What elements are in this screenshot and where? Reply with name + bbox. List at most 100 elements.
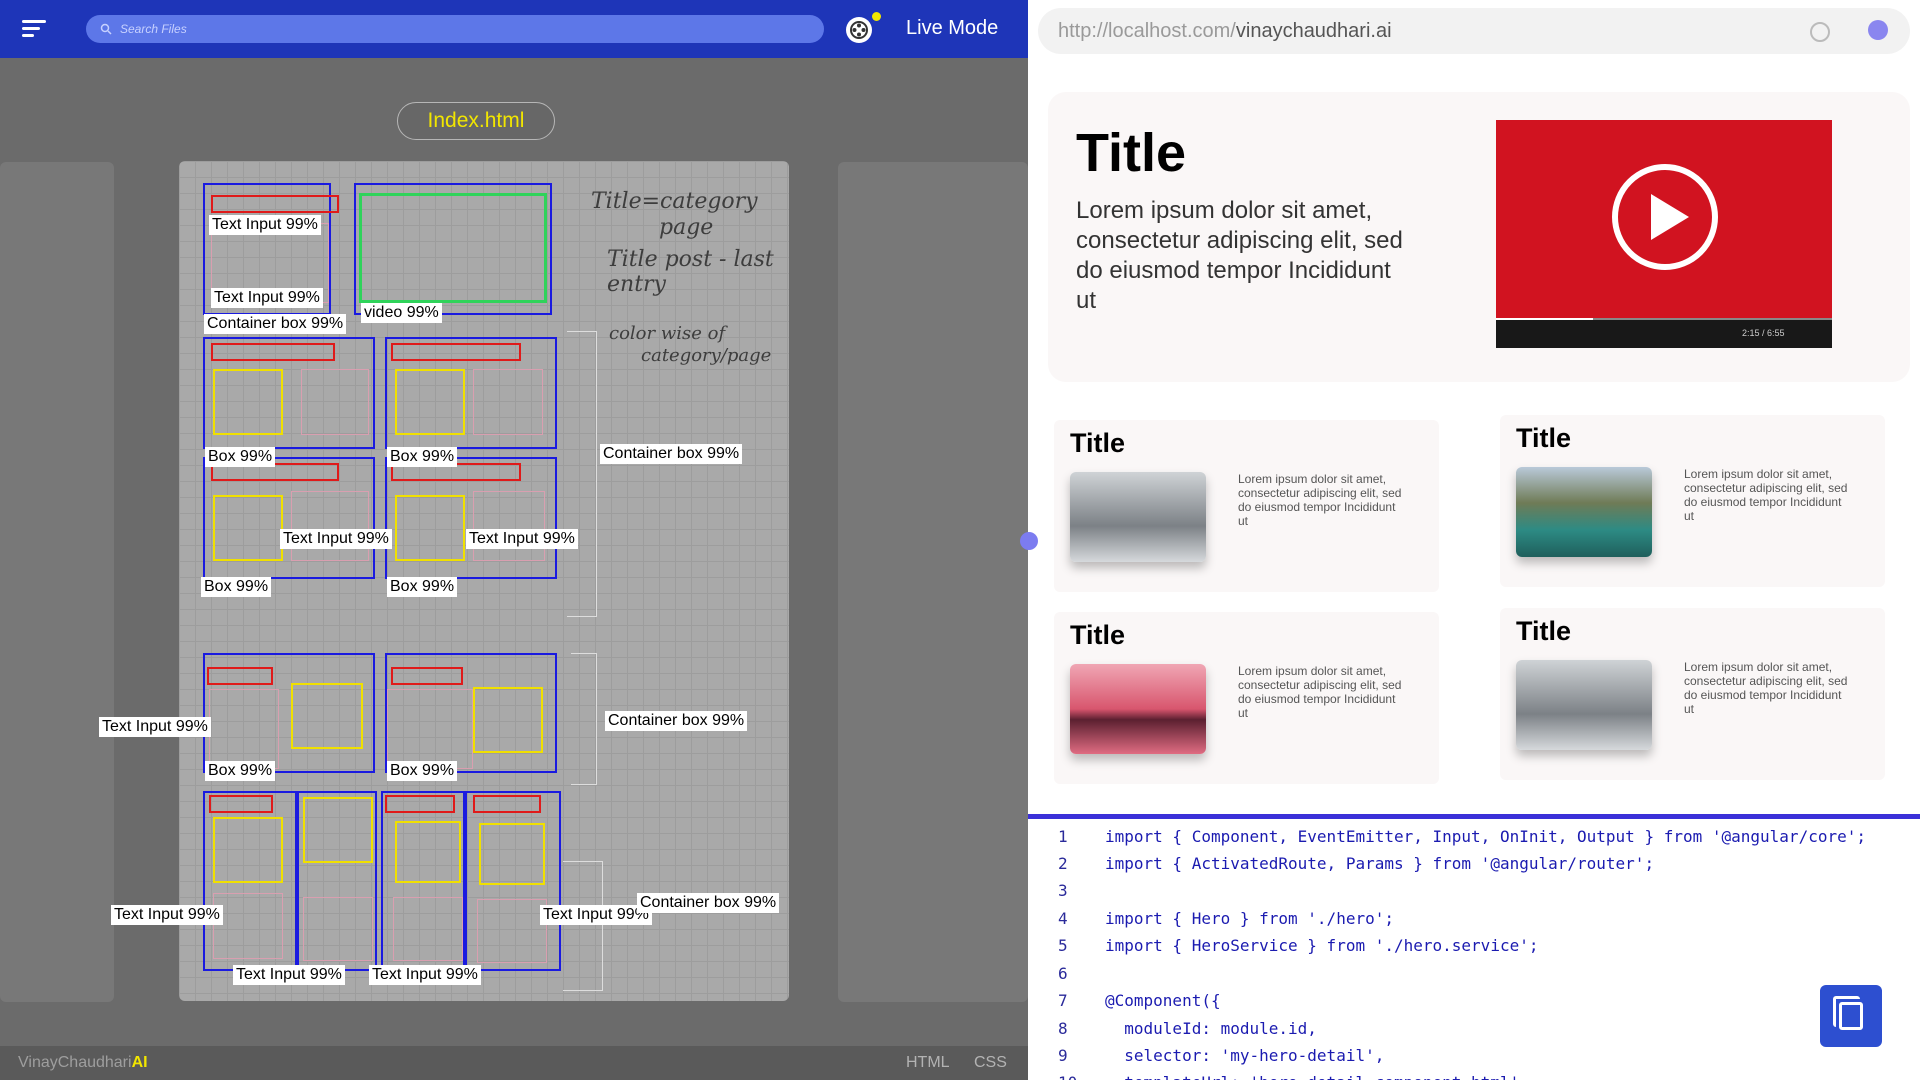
detect-box: [359, 193, 547, 303]
code-line[interactable]: import { Hero } from './hero';: [1105, 905, 1394, 932]
sketch-note: color wise of: [609, 323, 726, 344]
live-mode-label[interactable]: Live Mode: [906, 17, 998, 40]
play-icon[interactable]: [1612, 164, 1718, 270]
chat-bubble-icon[interactable]: [1020, 532, 1038, 550]
line-number: 10: [1058, 1069, 1078, 1080]
detect-box: [473, 687, 543, 753]
detect-label: Box 99%: [387, 447, 458, 467]
url-path: vinaychaudhari.ai: [1235, 19, 1392, 42]
card-text: Lorem ipsum dolor sit amet, consectetur …: [1684, 660, 1848, 716]
tab-css[interactable]: CSS: [974, 1054, 1007, 1072]
notification-dot: [872, 12, 881, 21]
line-number: 2: [1058, 854, 1068, 873]
detect-label: Box 99%: [201, 577, 272, 597]
prev-page-thumbnail[interactable]: [0, 162, 114, 1002]
next-page-thumbnail[interactable]: [838, 162, 1028, 1002]
hero-title: Title: [1076, 123, 1187, 183]
line-number: 3: [1058, 881, 1068, 900]
tab-html[interactable]: HTML: [906, 1054, 950, 1072]
detect-box: [291, 683, 363, 749]
editor-panel: Live Mode Index.html Title=category page…: [0, 0, 1028, 1080]
detect-box: [391, 667, 463, 685]
hero-text: Lorem ipsum dolor sit amet, consectetur …: [1076, 197, 1403, 314]
search-input[interactable]: [120, 22, 720, 36]
search-icon: [100, 23, 112, 35]
category-card[interactable]: Title Lorem ipsum dolor sit amet, consec…: [1500, 608, 1885, 780]
copy-icon: [1833, 996, 1863, 1030]
video-controls[interactable]: 2:15 / 6:55: [1496, 320, 1832, 348]
detect-label: Text Input 99%: [466, 529, 578, 549]
card-image: [1516, 467, 1652, 557]
url-host: http://localhost.com/: [1058, 19, 1236, 42]
camera-reel-icon[interactable]: [846, 17, 872, 43]
file-tab-index[interactable]: Index.html: [397, 102, 555, 140]
profile-avatar[interactable]: [1868, 20, 1888, 40]
detect-label: Text Input 99%: [233, 965, 345, 985]
detect-box: [213, 893, 283, 959]
code-line[interactable]: @Component({: [1105, 987, 1221, 1014]
editor-footer: VinayChaudhariAI HTML CSS: [0, 1046, 1028, 1080]
code-editor[interactable]: 1 import { Component, EventEmitter, Input…: [1028, 819, 1920, 1080]
detect-label: video 99%: [361, 303, 442, 323]
sketch-canvas: Title=category page Title post - last en…: [99, 161, 789, 1001]
detect-label: Box 99%: [205, 761, 276, 781]
detect-box: [301, 369, 369, 435]
refresh-icon[interactable]: [1810, 22, 1830, 42]
detect-label: Box 99%: [205, 447, 276, 467]
card-text: Lorem ipsum dolor sit amet, consectetur …: [1238, 472, 1402, 528]
line-number: 7: [1058, 991, 1068, 1010]
detect-box: [393, 897, 463, 961]
card-image: [1070, 472, 1206, 562]
code-line[interactable]: import { Component, EventEmitter, Input,…: [1105, 823, 1866, 850]
detect-box: [395, 495, 465, 561]
code-line[interactable]: moduleId: module.id,: [1105, 1015, 1317, 1042]
code-line[interactable]: templateUrl: 'hero-detail.component.html…: [1105, 1069, 1529, 1080]
code-line[interactable]: selector: 'my-hero-detail',: [1105, 1042, 1384, 1069]
line-number: 9: [1058, 1046, 1068, 1065]
hamburger-menu-icon[interactable]: [22, 20, 46, 38]
video-time: 2:15 / 6:55: [1742, 328, 1785, 338]
video-player[interactable]: 2:15 / 6:55: [1496, 120, 1832, 348]
card-image: [1516, 660, 1652, 750]
detect-box: [387, 689, 473, 769]
detect-label: Container box 99%: [637, 893, 780, 913]
brand-logo: VinayChaudhariAI: [18, 1054, 148, 1071]
detect-label: Text Input 99%: [540, 905, 652, 925]
card-text: Lorem ipsum dolor sit amet, consectetur …: [1684, 467, 1848, 523]
detect-box: [213, 495, 283, 561]
detect-box: [395, 369, 465, 435]
line-number: 6: [1058, 964, 1068, 983]
detect-label: Box 99%: [387, 761, 458, 781]
line-number: 4: [1058, 909, 1068, 928]
detect-label: Text Input 99%: [111, 905, 223, 925]
code-line[interactable]: import { HeroService } from './hero.serv…: [1105, 932, 1538, 959]
detect-box: [395, 821, 461, 883]
detect-label: Container box 99%: [600, 444, 743, 464]
detect-label: Text Input 99%: [280, 529, 392, 549]
detect-label: Text Input 99%: [99, 717, 211, 737]
detect-box: [473, 795, 541, 813]
category-card[interactable]: Title Lorem ipsum dolor sit amet, consec…: [1054, 420, 1439, 592]
detect-box: [303, 797, 373, 863]
detect-box: [291, 491, 369, 561]
sketch-note: Title post - last entry: [607, 247, 774, 297]
detect-box: [473, 369, 543, 435]
detect-box: [211, 343, 335, 361]
search-bar[interactable]: [86, 15, 824, 43]
code-line[interactable]: import { ActivatedRoute, Params } from '…: [1105, 850, 1654, 877]
category-card[interactable]: Title Lorem ipsum dolor sit amet, consec…: [1500, 415, 1885, 587]
url-bar[interactable]: http://localhost.com/vinaychaudhari.ai: [1038, 8, 1910, 54]
detect-box: [479, 823, 545, 885]
category-card[interactable]: Title Lorem ipsum dolor sit amet, consec…: [1054, 612, 1439, 784]
detect-label: Text Input 99%: [369, 965, 481, 985]
group-bracket: [563, 861, 603, 991]
copy-code-button[interactable]: [1820, 985, 1882, 1047]
detect-box: [303, 897, 373, 961]
group-bracket: [571, 653, 597, 785]
sketch-note: Title=category: [591, 189, 758, 214]
detect-box: [213, 817, 283, 883]
detect-box: [473, 491, 545, 561]
detect-box: [211, 195, 339, 213]
line-number: 5: [1058, 936, 1068, 955]
detect-box: [477, 899, 547, 963]
